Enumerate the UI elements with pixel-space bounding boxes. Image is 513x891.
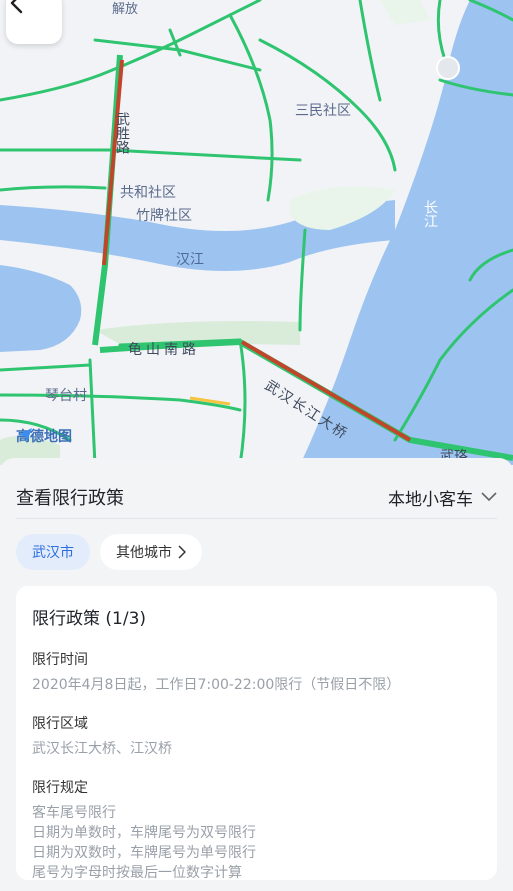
rule-label: 限行规定 <box>32 780 88 796</box>
chevron-right-icon <box>178 545 186 559</box>
time-label: 限行时间 <box>32 652 88 668</box>
chevron-left-icon <box>10 0 23 14</box>
map-label-sanmin: 三民社区 <box>295 103 351 119</box>
amap-logo-icon <box>18 428 32 442</box>
chevron-down-icon <box>481 492 497 502</box>
area-label: 限行区域 <box>32 716 88 732</box>
rule-line: 尾号为字母时按最后一位数字计算 <box>32 865 242 881</box>
road-label-guishan: 龟山南路 <box>128 342 200 358</box>
amap-logo: 高德地图 <box>16 426 72 446</box>
rule-line: 日期为单数时，车牌尾号为双号限行 <box>32 825 256 841</box>
road-label-wusheng: 武胜路 <box>114 112 130 154</box>
map-label-hanjiang: 汉江 <box>176 252 204 268</box>
map-label-jiefang: 解放 <box>112 2 139 17</box>
map-label-changjiang: 长江 <box>422 200 438 228</box>
map-view[interactable]: 解放 三民社区 共和社区 竹牌社区 汉江 长江 琴台村 武胜路 龟山南路 武汉长… <box>0 0 513 465</box>
sheet-title: 查看限行政策 <box>16 488 124 509</box>
city-chips: 武汉市 其他城市 <box>16 534 202 570</box>
policy-card-title: 限行政策 (1/3) <box>32 609 147 629</box>
map-label-gonghe: 共和社区 <box>120 185 176 201</box>
rule-line: 客车尾号限行 <box>32 805 116 821</box>
sheet-header: 查看限行政策 本地小客车 <box>16 476 497 519</box>
map-label-qintai: 琴台村 <box>45 388 87 404</box>
restriction-sheet: 查看限行政策 本地小客车 武汉市 其他城市 限行政策 (1/3) 限行时间 20… <box>0 458 513 891</box>
map-label-zhupai: 竹牌社区 <box>136 208 192 224</box>
area-value: 武汉长江大桥、江汉桥 <box>32 741 172 757</box>
policy-card: 限行政策 (1/3) 限行时间 2020年4月8日起，工作日7:00-22:00… <box>16 586 497 881</box>
back-button[interactable] <box>6 0 62 44</box>
city-chip-other-label: 其他城市 <box>116 545 172 561</box>
location-marker-icon[interactable] <box>436 56 460 80</box>
time-value: 2020年4月8日起，工作日7:00-22:00限行（节假日不限） <box>32 677 401 693</box>
city-chip-current[interactable]: 武汉市 <box>16 534 90 570</box>
vehicle-type-label: 本地小客车 <box>388 489 473 510</box>
city-chip-other[interactable]: 其他城市 <box>100 534 202 570</box>
vehicle-type-selector[interactable]: 本地小客车 <box>388 485 497 510</box>
rule-line: 日期为双数时，车牌尾号为单号限行 <box>32 845 256 861</box>
